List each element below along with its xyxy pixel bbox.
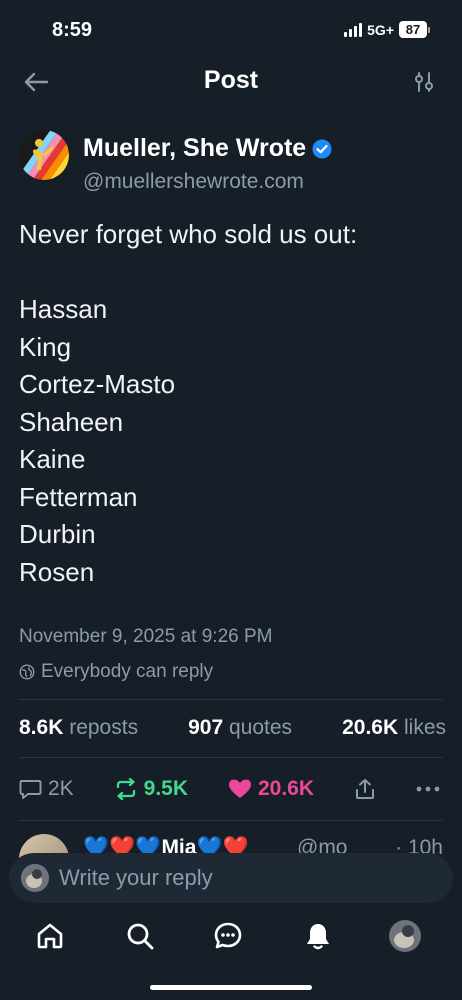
nav-chat[interactable]: [208, 916, 248, 956]
post-line: Rosen: [19, 556, 95, 587]
author-name-text: Mueller, She Wrote: [83, 134, 307, 162]
author-avatar[interactable]: [19, 130, 69, 180]
ellipsis-icon: [416, 786, 440, 792]
heart-icon: [228, 779, 251, 798]
share-icon: [356, 779, 374, 799]
thread-settings-button[interactable]: [408, 66, 440, 98]
composer-avatar: [21, 864, 49, 892]
more-options-button[interactable]: [416, 786, 440, 792]
reply-permission: Everybody can reply: [19, 661, 213, 683]
home-indicator: [150, 985, 312, 990]
post-line: Fetterman: [19, 481, 138, 512]
reply-button[interactable]: 2K: [19, 777, 74, 801]
status-bar: 8:59 5G+ 87: [0, 0, 462, 62]
post-timestamp: November 9, 2025 at 9:26 PM: [19, 626, 273, 647]
post-line: Hassan: [19, 294, 108, 324]
home-icon: [37, 923, 63, 949]
like-count: 20.6K: [257, 777, 315, 800]
author-name[interactable]: Mueller, She Wrote: [83, 134, 332, 163]
likes-stat[interactable]: 20.6K likes: [342, 716, 446, 740]
nav-notifications[interactable]: [298, 916, 338, 956]
composer-placeholder: Write your reply: [59, 865, 213, 890]
repost-icon: [116, 778, 135, 800]
reply-count: 2K: [48, 777, 74, 800]
bottom-nav: [0, 916, 462, 956]
post-line-blank: [19, 254, 443, 292]
share-button[interactable]: [354, 778, 376, 800]
post-line: King: [19, 331, 72, 362]
post-line: Cortez-Masto: [19, 369, 176, 399]
post-line: Durbin: [19, 519, 96, 549]
nav-search[interactable]: [120, 916, 160, 956]
post-author[interactable]: Mueller, She Wrote @muellershewrote.com: [19, 130, 443, 193]
signal-icon: [344, 22, 363, 37]
bell-icon: [307, 924, 329, 950]
globe-icon: [19, 664, 35, 680]
top-bar: Post: [0, 62, 462, 102]
divider: [19, 699, 443, 700]
post-line: Shaheen: [19, 406, 124, 437]
chat-icon: [214, 922, 242, 949]
repost-button[interactable]: 9.5K: [114, 777, 188, 801]
post-line: Kaine: [19, 444, 86, 474]
search-icon: [127, 923, 154, 950]
post-actions: 2K 9.5K 20.6K: [19, 772, 440, 806]
divider: [19, 820, 443, 821]
status-time: 8:59: [52, 19, 93, 41]
like-button[interactable]: 20.6K: [228, 777, 314, 801]
page-title: Post: [203, 66, 259, 94]
reply-permission-text: Everybody can reply: [41, 661, 214, 682]
author-handle[interactable]: @muellershewrote.com: [83, 170, 304, 194]
post-line: Never forget who sold us out:: [19, 219, 358, 249]
post-stats: 8.6K reposts 907 quotes 20.6K likes: [19, 716, 446, 740]
battery-icon: 87: [399, 21, 430, 38]
network-type: 5G+: [367, 21, 394, 38]
nav-home[interactable]: [30, 916, 70, 956]
comment-icon: [19, 779, 42, 799]
post-body: Never forget who sold us out: Hassan Kin…: [19, 216, 443, 591]
profile-avatar: [389, 920, 421, 952]
repost-count: 9.5K: [143, 777, 189, 800]
battery-level: 87: [399, 21, 427, 38]
divider: [19, 757, 443, 758]
quotes-stat[interactable]: 907 quotes: [188, 716, 292, 740]
reposts-stat[interactable]: 8.6K reposts: [19, 716, 138, 740]
sliders-icon: [415, 72, 433, 92]
status-indicators: 5G+ 87: [344, 21, 430, 38]
verified-badge-icon: [312, 139, 332, 158]
reply-composer[interactable]: Write your reply: [9, 853, 453, 903]
nav-profile[interactable]: [385, 916, 425, 956]
